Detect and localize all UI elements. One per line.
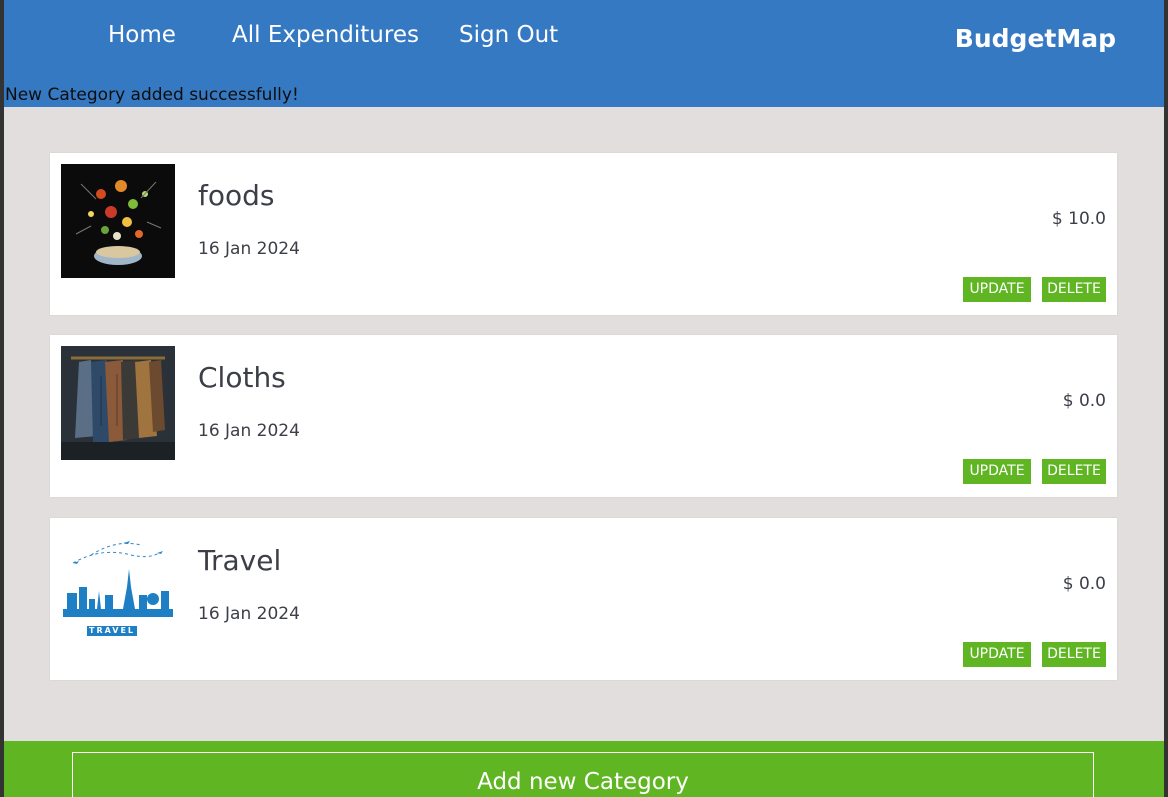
category-amount: $ 0.0 bbox=[1062, 391, 1106, 411]
category-name: Travel bbox=[198, 544, 282, 577]
update-button[interactable]: UPDATE bbox=[963, 277, 1031, 302]
category-name: foods bbox=[198, 179, 275, 212]
flash-message: New Category added successfully! bbox=[5, 85, 299, 105]
nav-sign-out-link[interactable]: Sign Out bbox=[459, 22, 558, 48]
footer-bar: Add new Category bbox=[4, 741, 1164, 797]
food-bowl-image bbox=[61, 164, 175, 278]
travel-logo-text: TRAVEL bbox=[87, 626, 138, 636]
navbar: Home All Expenditures Sign Out BudgetMap… bbox=[4, 0, 1164, 107]
category-card: foods 16 Jan 2024 $ 10.0 UPDATE DELETE bbox=[50, 153, 1117, 315]
add-new-category-button[interactable]: Add new Category bbox=[72, 752, 1094, 797]
nav-all-expenditures-link[interactable]: All Expenditures bbox=[232, 22, 419, 48]
travel-skyline-image: TRAVEL bbox=[61, 529, 175, 643]
category-amount: $ 10.0 bbox=[1051, 209, 1106, 229]
delete-button[interactable]: DELETE bbox=[1042, 642, 1106, 667]
nav-home-link[interactable]: Home bbox=[108, 22, 176, 48]
category-date: 16 Jan 2024 bbox=[198, 239, 300, 259]
category-name: Cloths bbox=[198, 361, 286, 394]
app-frame: Home All Expenditures Sign Out BudgetMap… bbox=[4, 0, 1164, 797]
jackets-image bbox=[61, 346, 175, 460]
brand-logo: BudgetMap bbox=[954, 24, 1116, 53]
category-amount: $ 0.0 bbox=[1062, 574, 1106, 594]
update-button[interactable]: UPDATE bbox=[963, 459, 1031, 484]
category-card: TRAVEL Travel 16 Jan 2024 $ 0.0 UPDATE D… bbox=[50, 518, 1117, 680]
category-card: Cloths 16 Jan 2024 $ 0.0 UPDATE DELETE bbox=[50, 335, 1117, 497]
category-date: 16 Jan 2024 bbox=[198, 421, 300, 441]
update-button[interactable]: UPDATE bbox=[963, 642, 1031, 667]
delete-button[interactable]: DELETE bbox=[1042, 277, 1106, 302]
category-date: 16 Jan 2024 bbox=[198, 604, 300, 624]
delete-button[interactable]: DELETE bbox=[1042, 459, 1106, 484]
